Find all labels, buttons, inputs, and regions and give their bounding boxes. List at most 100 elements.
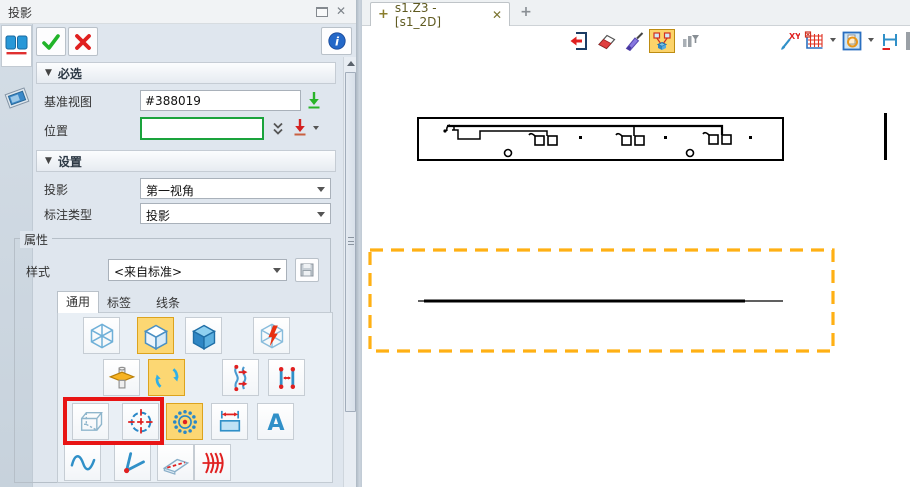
base-view-input[interactable] <box>140 90 301 111</box>
grid-button[interactable] <box>803 30 825 52</box>
section-cylinder-icon[interactable] <box>103 359 140 396</box>
clipped-toolbar-icon[interactable] <box>906 32 910 50</box>
pick-position-button[interactable] <box>291 117 309 140</box>
panel-side-tab[interactable] <box>1 25 32 67</box>
chevron-down-icon <box>273 268 281 273</box>
dimension-rect-icon[interactable] <box>211 403 248 440</box>
confirm-check-icon <box>40 31 62 53</box>
xy-point-button[interactable]: XY <box>778 30 800 52</box>
required-section-header[interactable]: ▼ 必选 <box>36 62 336 84</box>
required-header-label: 必选 <box>58 65 82 82</box>
collapse-arrow-icon: ▼ <box>45 156 52 166</box>
scrollbar-thumb[interactable] <box>345 72 356 412</box>
align-points-icon[interactable] <box>268 359 305 396</box>
document-tab-title: s1.Z3 - [s1_2D] <box>395 1 484 29</box>
annotation-type-label: 标注类型 <box>44 206 92 223</box>
tab-general-label: 通用 <box>66 295 90 309</box>
scrollbar-grip <box>348 237 354 245</box>
tab-lines[interactable]: 线条 <box>156 294 180 311</box>
svg-text:A: A <box>267 410 285 436</box>
expand-options-button[interactable] <box>270 121 286 140</box>
style-label: 样式 <box>26 263 50 280</box>
shaded-cube-icon[interactable] <box>137 317 174 354</box>
panel-title: 投影 <box>8 4 32 21</box>
xy-point-icon: XY <box>778 30 800 52</box>
info-button[interactable]: i <box>321 27 352 55</box>
zoom-document-button[interactable] <box>841 30 863 52</box>
text-a-icon[interactable]: A <box>257 403 294 440</box>
wireframe-cube-icon[interactable] <box>83 317 120 354</box>
annotation-type-value: 投影 <box>146 207 170 224</box>
settings-header-label: 设置 <box>58 153 82 170</box>
pages-icon <box>4 34 30 58</box>
exit-icon <box>568 30 590 52</box>
tilted-sheet-icon <box>3 82 31 114</box>
hatch-lines-icon[interactable] <box>194 444 231 481</box>
tab-general[interactable]: 通用 <box>57 291 99 313</box>
annotation-type-select[interactable]: 投影 <box>140 203 331 224</box>
document-tabbar: + s1.Z3 - [s1_2D] ✕ + <box>362 0 910 26</box>
new-tab-button[interactable]: + <box>517 3 535 21</box>
import-view-button[interactable] <box>305 90 323 113</box>
tab-label[interactable]: 标签 <box>107 294 131 311</box>
projection-view-icon <box>651 30 673 52</box>
projection-view-button[interactable] <box>649 29 675 53</box>
projection-panel: 投影 ✕ <box>0 0 356 487</box>
pick-dropdown-arrow-icon[interactable] <box>313 126 319 130</box>
eraser-icon <box>596 30 618 52</box>
flat-plate-icon[interactable] <box>157 444 194 481</box>
h-dimension-button[interactable] <box>879 30 901 52</box>
brush-icon <box>623 30 645 52</box>
curve-arrows-icon[interactable] <box>222 359 259 396</box>
cancel-x-icon <box>72 31 94 53</box>
double-chevron-down-icon <box>270 121 286 137</box>
save-floppy-icon <box>299 262 315 278</box>
style-select[interactable]: <来自标准> <box>108 259 287 281</box>
panel-close-button[interactable]: ✕ <box>333 3 349 19</box>
position-label: 位置 <box>44 122 68 139</box>
chevron-down-icon <box>317 187 325 192</box>
panel-titlebar: 投影 ✕ <box>0 0 356 24</box>
filter-button[interactable] <box>679 30 701 52</box>
info-icon: i <box>327 31 347 51</box>
drawing-view-graphics <box>362 0 910 487</box>
filter-icon <box>679 30 701 52</box>
cancel-button[interactable] <box>68 27 98 56</box>
collapse-arrow-icon: ▼ <box>45 68 52 78</box>
save-style-button[interactable] <box>295 258 319 282</box>
svg-text:XY: XY <box>789 32 800 41</box>
position-input[interactable] <box>140 117 264 140</box>
tab-plus-icon: + <box>378 7 389 22</box>
green-arrow-down-icon <box>305 90 323 110</box>
ok-button[interactable] <box>36 27 66 56</box>
sheet-view-tab[interactable] <box>3 82 31 114</box>
drawing-canvas[interactable]: + s1.Z3 - [s1_2D] ✕ + <box>362 0 910 487</box>
eraser-button[interactable] <box>596 30 618 52</box>
style-value: <来自标准> <box>114 263 182 280</box>
zoom-document-icon <box>841 30 863 52</box>
restore-icon[interactable] <box>316 7 328 17</box>
base-view-label: 基准视图 <box>44 93 92 110</box>
projection-value: 第一视角 <box>146 182 194 199</box>
highlight-red-box <box>63 397 164 445</box>
grid-dropdown-arrow-icon[interactable] <box>830 38 836 42</box>
zoom-dropdown-arrow-icon[interactable] <box>868 38 874 42</box>
projection-select[interactable]: 第一视角 <box>140 178 331 199</box>
settings-section-header[interactable]: ▼ 设置 <box>36 150 336 172</box>
gear-dots-icon[interactable] <box>166 403 203 440</box>
projection-label: 投影 <box>44 181 68 198</box>
brush-button[interactable] <box>623 30 645 52</box>
chevron-down-icon <box>317 212 325 217</box>
bend-angle-icon[interactable] <box>114 444 151 481</box>
solid-cube-icon[interactable] <box>185 317 222 354</box>
properties-group-label: 属性 <box>20 231 52 248</box>
panel-scrollbar[interactable] <box>343 57 357 487</box>
rotate-arrows-icon[interactable] <box>148 359 185 396</box>
red-arrow-down-icon <box>291 117 309 137</box>
lightning-cube-icon[interactable] <box>253 317 290 354</box>
sine-wave-icon[interactable] <box>64 444 101 481</box>
h-dimension-icon <box>879 30 901 52</box>
exit-button[interactable] <box>568 30 590 52</box>
document-tab[interactable]: + s1.Z3 - [s1_2D] ✕ <box>370 2 510 26</box>
tab-close-icon[interactable]: ✕ <box>492 8 502 22</box>
